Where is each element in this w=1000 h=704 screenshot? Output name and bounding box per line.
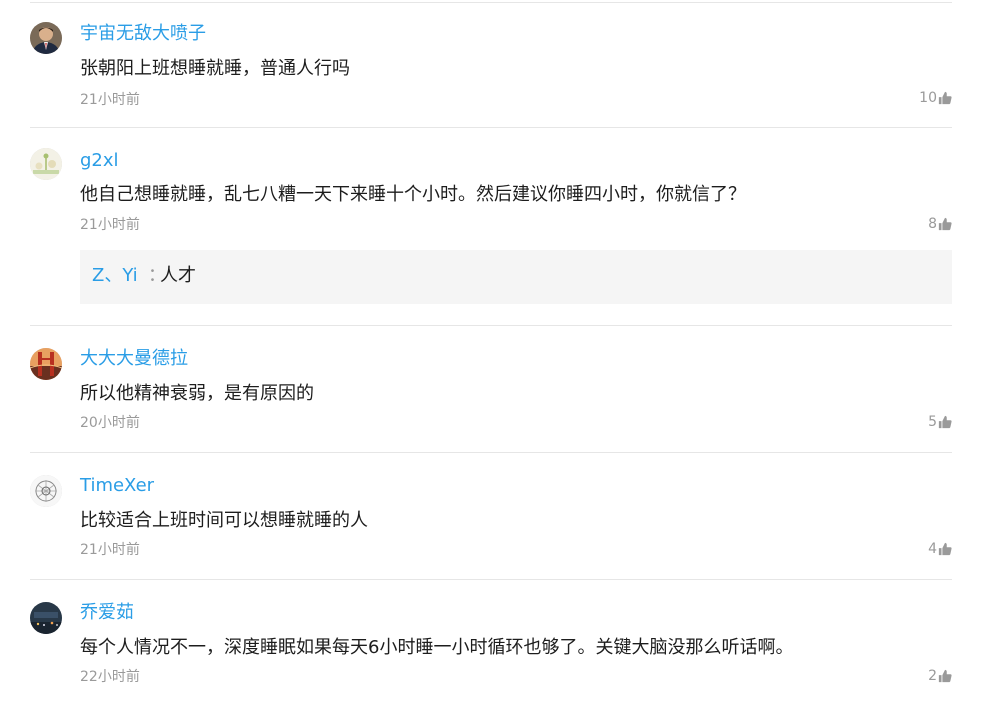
thumbs-up-icon	[938, 669, 952, 683]
sketch-avatar-icon	[30, 475, 62, 507]
comment-text: 他自己想睡就睡，乱七八糟一天下来睡十个小时。然后建议你睡四小时，你就信了？	[80, 184, 746, 205]
user-avatar[interactable]	[30, 348, 62, 380]
like-button[interactable]: 10	[919, 89, 952, 107]
comment-item: 宇宙无敌大喷子 张朝阳上班想睡就睡，普通人行吗 21小时前 10	[30, 2, 952, 128]
user-avatar[interactable]	[30, 475, 62, 507]
comment-item: TimeXer 比较适合上班时间可以想睡就睡的人 21小时前 4	[30, 453, 952, 580]
comment-username[interactable]: 乔爱茹	[80, 601, 134, 625]
like-count: 4	[928, 541, 937, 557]
comment-text: 所以他精神衰弱，是有原因的	[80, 383, 314, 404]
comment-time: 21小时前	[80, 92, 140, 108]
user-avatar[interactable]	[30, 602, 62, 634]
comment-list: 宇宙无敌大喷子 张朝阳上班想睡就睡，普通人行吗 21小时前 10 g2xl 他自…	[0, 0, 1000, 704]
comment-username[interactable]: g2xl	[80, 149, 119, 173]
comment-item: 乔爱茹 每个人情况不一，深度睡眠如果每天6小时睡一小时循环也够了。关键大脑没那么…	[30, 580, 952, 704]
comment-item: 大大大曼德拉 所以他精神衰弱，是有原因的 20小时前 5	[30, 326, 952, 453]
like-count: 2	[928, 668, 937, 684]
comment-item: g2xl 他自己想睡就睡，乱七八糟一天下来睡十个小时。然后建议你睡四小时，你就信…	[30, 128, 952, 326]
like-button[interactable]: 5	[928, 413, 952, 431]
like-button[interactable]: 2	[928, 667, 952, 685]
reply-item: Z、Yi ： 人才	[80, 250, 952, 304]
reply-username[interactable]: Z、Yi	[92, 264, 138, 288]
like-button[interactable]: 4	[928, 540, 952, 558]
comment-time: 21小时前	[80, 542, 140, 558]
man-in-suit-avatar-icon	[30, 22, 62, 54]
comment-text: 比较适合上班时间可以想睡就睡的人	[80, 510, 368, 531]
comment-username[interactable]: TimeXer	[80, 474, 154, 498]
thumbs-up-icon	[938, 542, 952, 556]
like-count: 10	[919, 90, 937, 106]
comment-time: 22小时前	[80, 669, 140, 685]
comment-time: 21小时前	[80, 217, 140, 233]
comment-username[interactable]: 宇宙无敌大喷子	[80, 22, 206, 46]
cartoon-avatar-icon	[30, 148, 62, 180]
night-scene-avatar-icon	[30, 602, 62, 634]
reply-text: 人才	[160, 265, 196, 286]
like-button[interactable]: 8	[928, 215, 952, 233]
comment-username[interactable]: 大大大曼德拉	[80, 347, 188, 371]
like-count: 5	[928, 414, 937, 430]
thumbs-up-icon	[938, 415, 952, 429]
user-avatar[interactable]	[30, 22, 62, 54]
comment-text: 每个人情况不一，深度睡眠如果每天6小时睡一小时循环也够了。关键大脑没那么听话啊。	[80, 637, 794, 658]
bridge-avatar-icon	[30, 348, 62, 380]
user-avatar[interactable]	[30, 148, 62, 180]
thumbs-up-icon	[938, 91, 952, 105]
thumbs-up-icon	[938, 217, 952, 231]
comment-text: 张朝阳上班想睡就睡，普通人行吗	[80, 58, 350, 79]
comment-time: 20小时前	[80, 415, 140, 431]
like-count: 8	[928, 216, 937, 232]
